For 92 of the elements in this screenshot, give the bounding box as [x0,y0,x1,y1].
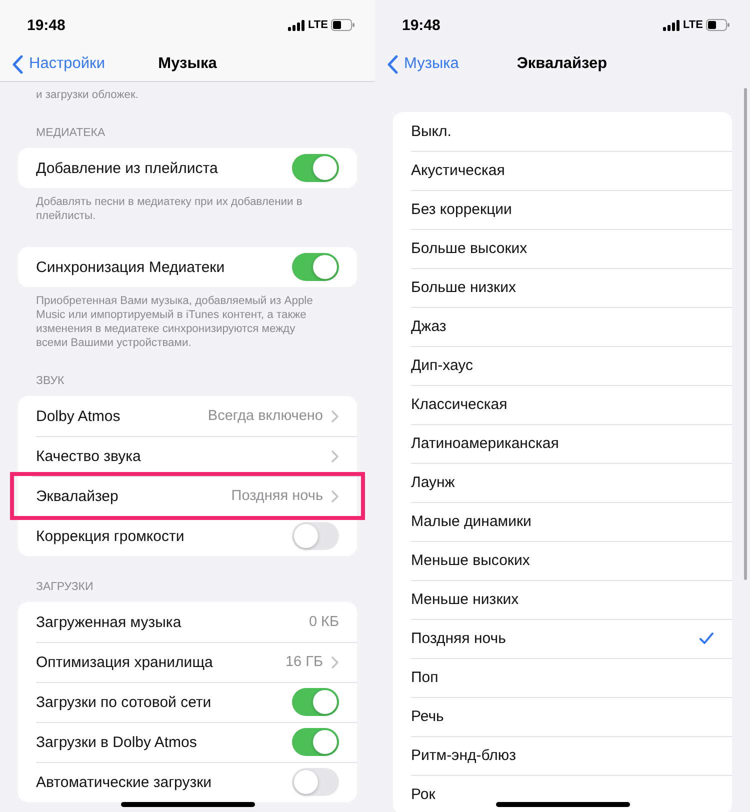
screen-title: Эквалайзер [516,55,608,73]
row-label: Латиноамериканская [411,435,559,452]
row-label: Синхронизация Медиатеки [36,258,225,276]
signal-icon [663,20,680,30]
row-label: Речь [411,708,444,725]
option-row[interactable]: Поп [393,658,732,697]
row-label: Загрузки в Dolby Atmos [36,734,197,750]
option-row[interactable]: Меньше низких [393,580,732,619]
row-label: Добавление из плейлиста [36,160,218,176]
row-value: 16 ГБ [285,654,323,670]
settings-row[interactable]: Синхронизация Медиатеки [18,247,357,287]
settings-row[interactable]: Загруженная музыка 0 КБ [18,602,357,642]
settings-row[interactable]: Коррекция громкости [18,516,357,556]
row-label: Больше высоких [411,240,528,257]
row-label: Загруженная музыка [36,614,182,630]
row-label: Оптимизация хранилища [36,654,213,670]
chevron-icon [331,410,339,422]
section-footer: и загрузки обложек. [18,88,339,102]
settings-row[interactable]: Добавление из плейлиста [18,148,357,188]
option-row[interactable]: Больше низких [393,268,732,307]
settings-row[interactable]: Качество звука [18,436,357,476]
settings-row[interactable]: Dolby Atmos Всегда включено [18,396,357,436]
row-label: Автоматические загрузки [36,774,212,790]
toggle-switch[interactable] [292,768,339,796]
settings-row[interactable]: Автоматические загрузки [18,762,357,802]
network-label: LTE [308,19,328,31]
section-footer: Приобретенная Вами музыка, добавляемый из Apple Music или импортируемый в iTunes контент, а также изменения в медиатеке синхронизируются между всеми Вашими устройствами. [18,287,339,350]
row-label: Классическая [411,396,508,413]
option-row[interactable]: Классическая [393,385,732,424]
option-row[interactable]: Дип-хаус [393,346,732,385]
row-value: 0 КБ [308,614,339,630]
section-header: МЕДИАТЕКА [35,126,106,140]
status-time: 19:48 [27,16,66,34]
back-button[interactable]: Настройки [0,54,106,74]
row-label: Рок [411,786,436,803]
settings-row[interactable]: Загрузки по сотовой сети [18,682,357,722]
chevron-icon [331,490,339,502]
row-label: Акустическая [411,162,505,179]
row-label: Эквалайзер [36,488,118,504]
row-label: Выкл. [411,123,452,140]
row-label: Лаунж [411,474,455,491]
settings-row[interactable]: Эквалайзер Поздняя ночь [14,476,361,516]
option-row[interactable]: Выкл. [393,112,732,151]
back-chevron-icon [387,54,398,74]
status-time: 19:48 [402,16,440,34]
row-label: Загрузки по сотовой сети [36,694,212,710]
row-label: Dolby Atmos [36,408,120,424]
row-label: Коррекция громкости [36,528,184,544]
chevron-icon [331,656,339,668]
toggle-switch[interactable] [292,728,339,756]
option-row[interactable]: Латиноамериканская [393,424,732,463]
row-label: Меньше низких [411,591,519,608]
row-value: Всегда включено [208,408,323,424]
option-row[interactable]: Речь [393,697,732,736]
option-row[interactable]: Без коррекции [393,190,732,229]
toggle-switch[interactable] [292,154,339,182]
toggle-switch[interactable] [292,688,339,716]
option-row[interactable]: Малые динамики [393,502,732,541]
section-footer: Добавлять песни в медиатеку при их добавлении в плейлисты. [18,188,339,223]
option-row[interactable]: Джаз [393,307,732,346]
battery-icon [706,19,730,31]
row-label: Поп [411,669,438,686]
network-label: LTE [683,19,703,31]
option-row[interactable]: Акустическая [393,151,732,190]
option-row[interactable]: Лаунж [393,463,732,502]
settings-row[interactable]: Загрузки в Dolby Atmos [18,722,357,762]
row-value: Поздняя ночь [231,488,323,504]
back-button[interactable]: Музыка [375,54,459,74]
section-header: ЗАГРУЗКИ [35,580,94,594]
row-label: Поздняя ночь [411,630,506,647]
option-row[interactable]: Больше высоких [393,229,732,268]
toggle-switch[interactable] [292,522,339,550]
row-label: Без коррекции [411,201,512,218]
row-label: Малые динамики [411,513,532,530]
toggle-switch[interactable] [292,253,339,281]
option-row[interactable]: Поздняя ночь [393,619,732,658]
section-header: ЗВУК [35,374,66,388]
signal-icon [288,20,306,30]
screen-title: Музыка [158,55,217,73]
back-chevron-icon [12,54,23,74]
option-row[interactable]: Ритм-энд-блюз [393,736,732,775]
battery-icon [331,19,355,31]
chevron-icon [331,450,339,462]
row-label: Джаз [411,318,446,335]
settings-row[interactable]: Оптимизация хранилища 16 ГБ [18,642,357,682]
row-label: Качество звука [36,448,141,464]
row-label: Ритм-энд-блюз [411,747,516,764]
row-label: Дип-хаус [411,357,473,374]
row-label: Меньше высоких [411,552,530,569]
option-row[interactable]: Меньше высоких [393,541,732,580]
row-label: Больше низких [411,279,516,296]
option-row[interactable]: Рок [393,775,732,812]
